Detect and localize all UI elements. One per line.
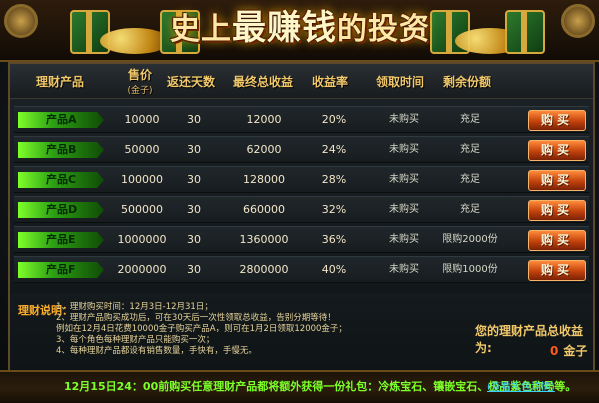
cell-total: 660000 xyxy=(243,203,285,216)
title-left: 史上 xyxy=(170,12,232,47)
product-table: 理财产品 售价 (金子) 返还天数 最终总收益 收益率 领取时间 剩余份额 产品A… xyxy=(8,62,595,298)
header-label: 领取时间 xyxy=(375,74,424,89)
table-row: 产品C 100000 30 128000 28% 未购买 充足 购买 xyxy=(14,166,589,193)
cell-claim: 未购买 xyxy=(389,264,419,275)
cell-claim: 未购买 xyxy=(389,234,419,245)
cell-total: 1360000 xyxy=(239,233,289,246)
header-label: 收益率 xyxy=(311,74,348,89)
cell-remain: 充足 xyxy=(460,204,480,215)
info-notes: 1、理财购买时间：12月3日-12月31日； 2、理财产品购买成功后，可在30天… xyxy=(56,302,356,357)
header-label: 理财产品 xyxy=(35,74,84,89)
header-rate: 收益率 xyxy=(300,64,360,98)
cell-total: 128000 xyxy=(243,173,285,186)
table-row: 产品A 10000 30 12000 20% 未购买 充足 购买 xyxy=(14,106,589,133)
cell-days: 30 xyxy=(187,233,201,246)
buy-button[interactable]: 购买 xyxy=(528,170,586,191)
cell-total: 12000 xyxy=(246,113,282,126)
cell-days: 30 xyxy=(187,203,201,216)
table-row: 产品B 50000 30 62000 24% 未购买 充足 购买 xyxy=(14,136,589,163)
header-days: 返还天数 xyxy=(156,64,226,98)
header-label: 返还天数 xyxy=(166,74,215,89)
cell-total: 62000 xyxy=(246,143,282,156)
page-title: 史上最赚钱的投资 xyxy=(150,6,450,50)
cell-total: 2800000 xyxy=(239,263,289,276)
product-name: 产品D xyxy=(18,202,104,218)
cell-days: 30 xyxy=(187,143,201,156)
cell-rate: 40% xyxy=(321,263,347,276)
total-earnings: 0 金子 xyxy=(550,342,587,359)
title-highlight: 最赚钱 xyxy=(232,8,337,48)
cell-claim: 未购买 xyxy=(389,174,419,185)
cell-rate: 36% xyxy=(321,233,347,246)
header-label: 最终总收益 xyxy=(232,74,293,89)
gift-details-link[interactable]: (查看礼包详情) xyxy=(487,378,555,393)
cell-rate: 28% xyxy=(321,173,347,186)
product-name: 产品A xyxy=(18,112,104,128)
table-row: 产品D 500000 30 660000 32% 未购买 充足 购买 xyxy=(14,196,589,223)
cell-rate: 32% xyxy=(321,203,347,216)
ornament-icon xyxy=(561,4,595,38)
table-row: 产品F 2000000 30 2800000 40% 未购买 限购1000份 购买 xyxy=(14,256,589,283)
buy-button[interactable]: 购买 xyxy=(528,260,586,281)
ornament-icon xyxy=(4,4,38,38)
product-name: 产品E xyxy=(18,232,104,248)
header-remain: 剩余份额 xyxy=(432,64,502,98)
total-earnings-unit: 金子 xyxy=(563,344,588,358)
header-sublabel: (金子) xyxy=(127,86,153,96)
buy-button[interactable]: 购买 xyxy=(528,200,586,221)
bottom-bar: 12月15日24：00前购买任意理财产品都将额外获得一份礼包：冷炼宝石、镶嵌宝石… xyxy=(0,370,599,403)
investment-window: 史上最赚钱的投资 理财产品 售价 (金子) 返还天数 最终总收益 收益率 领取时间… xyxy=(0,0,599,403)
total-earnings-value: 0 xyxy=(550,344,559,358)
gift-box-icon xyxy=(505,10,545,54)
cell-remain: 充足 xyxy=(460,114,480,125)
buy-button[interactable]: 购买 xyxy=(528,110,586,131)
cell-days: 30 xyxy=(187,113,201,126)
cell-rate: 24% xyxy=(321,143,347,156)
product-name: 产品C xyxy=(18,172,104,188)
title-right: 的投资 xyxy=(337,12,430,47)
cell-remain: 限购1000份 xyxy=(442,264,498,275)
cell-remain: 限购2000份 xyxy=(442,234,498,245)
cell-days: 30 xyxy=(187,263,201,276)
buy-button[interactable]: 购买 xyxy=(528,140,586,161)
header-total: 最终总收益 xyxy=(218,64,308,98)
cell-claim: 未购买 xyxy=(389,204,419,215)
note-line: 2、理财产品购买成功后，可在30天后一次性领取总收益，告别分期等待！ xyxy=(56,313,336,323)
table-header: 理财产品 售价 (金子) 返还天数 最终总收益 收益率 领取时间 剩余份额 xyxy=(10,64,593,99)
product-name: 产品F xyxy=(18,262,104,278)
product-name: 产品B xyxy=(18,142,104,158)
note-line: 4、每种理财产品都设有销售数量，手快有，手慢无。 xyxy=(56,346,257,356)
table-row: 产品E 1000000 30 1360000 36% 未购买 限购2000份 购买 xyxy=(14,226,589,253)
cell-remain: 充足 xyxy=(460,144,480,155)
info-section: 理财说明： 1、理财购买时间：12月3日-12月31日； 2、理财产品购买成功后… xyxy=(8,294,595,370)
note-line: 例如在12月4日花费10000金子购买产品A，则可在1月2日领取12000金子； xyxy=(56,324,347,334)
cell-days: 30 xyxy=(187,173,201,186)
note-line: 3、每个角色每种理财产品只能购买一次； xyxy=(56,335,215,345)
header-product: 理财产品 xyxy=(20,64,100,98)
header-claim: 领取时间 xyxy=(365,64,435,98)
header-label: 剩余份额 xyxy=(442,74,491,89)
cell-remain: 充足 xyxy=(460,174,480,185)
title-banner: 史上最赚钱的投资 xyxy=(0,0,599,62)
cell-claim: 未购买 xyxy=(389,144,419,155)
buy-button[interactable]: 购买 xyxy=(528,230,586,251)
note-line: 1、理财购买时间：12月3日-12月31日； xyxy=(56,302,213,312)
header-label: 售价 xyxy=(127,68,152,82)
cell-rate: 20% xyxy=(321,113,347,126)
cell-claim: 未购买 xyxy=(389,114,419,125)
